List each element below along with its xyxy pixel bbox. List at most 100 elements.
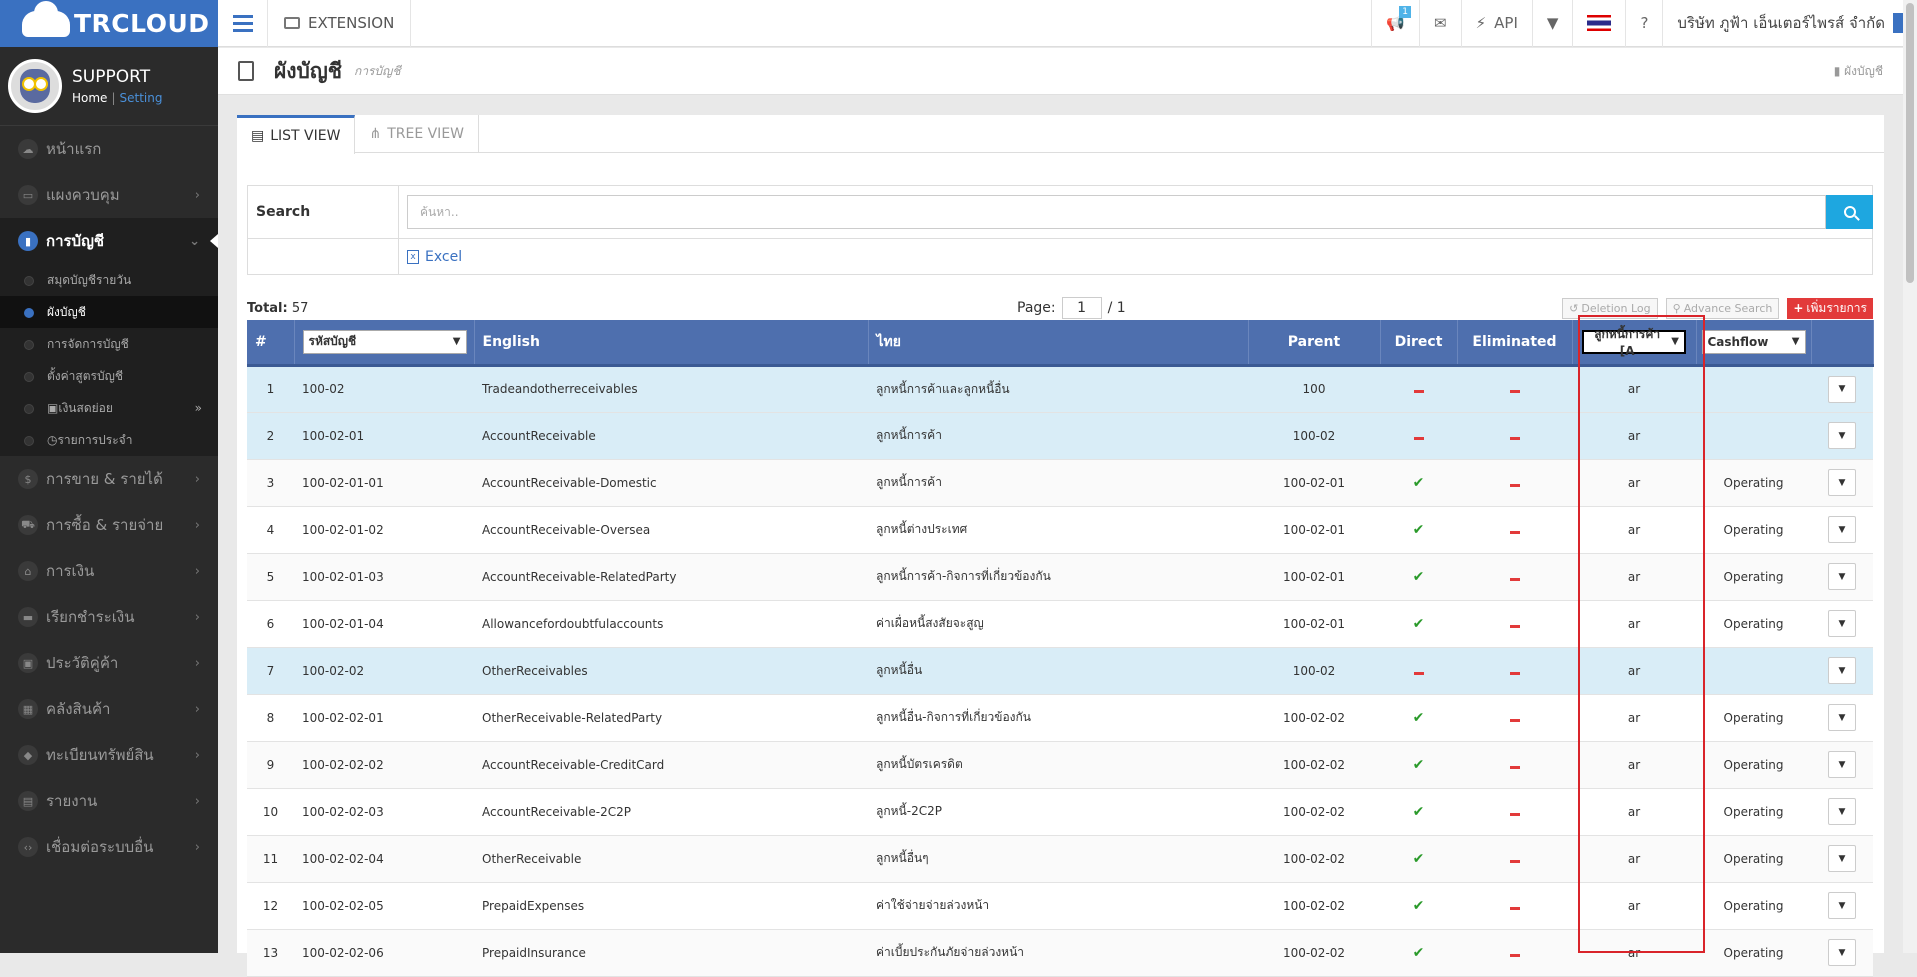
excel-export-link[interactable]: x Excel	[407, 249, 462, 265]
table-row[interactable]: 3 100-02-01-01 AccountReceivable-Domestic ล…	[247, 459, 1873, 507]
home-link[interactable]: Home	[72, 91, 107, 105]
cell-english: Allowancefordoubtfulaccounts	[474, 600, 868, 648]
sidebar-item-1[interactable]: ▭ แผงควบคุม ›	[0, 172, 218, 218]
row-actions-button[interactable]: ▼	[1828, 845, 1856, 872]
row-actions-button[interactable]: ▼	[1828, 798, 1856, 825]
table-row[interactable]: 4 100-02-01-02 AccountReceivable-Oversea ลู…	[247, 506, 1873, 554]
cell-actions: ▼	[1811, 788, 1873, 836]
add-item-button[interactable]: + เพิ่มรายการ	[1787, 297, 1873, 319]
table-row[interactable]: 7 100-02-02 OtherReceivables ลูกหนี้อื่น 100…	[247, 647, 1873, 695]
avatar[interactable]	[8, 59, 62, 113]
row-actions-button[interactable]: ▼	[1828, 892, 1856, 919]
cell-parent: 100-02-02	[1248, 694, 1380, 742]
sidebar-item-0[interactable]: ☁ หน้าแรก	[0, 126, 218, 172]
menu-toggle-button[interactable]	[218, 0, 268, 47]
excel-icon: x	[407, 249, 419, 264]
sidebar-item-8[interactable]: ▦ คลังสินค้า ›	[0, 686, 218, 732]
row-actions-button[interactable]: ▼	[1828, 610, 1856, 637]
table-row[interactable]: 10 100-02-02-03 AccountReceivable-2C2P ลูกห…	[247, 788, 1873, 836]
accounts-table: # รหัสบัญชี ▼ English ไทย Parent Direct E…	[247, 320, 1874, 977]
page-scrollbar[interactable]	[1903, 0, 1917, 953]
submenu-item-2[interactable]: การจัดการบัญชี	[0, 328, 218, 360]
cell-number: 5	[247, 553, 294, 601]
table-row[interactable]: 9 100-02-02-02 AccountReceivable-CreditCar…	[247, 741, 1873, 789]
api-button[interactable]: ⚡ API	[1460, 0, 1532, 47]
row-actions-button[interactable]: ▼	[1828, 422, 1856, 449]
table-row[interactable]: 8 100-02-02-01 OtherReceivable-RelatedPart…	[247, 694, 1873, 742]
table-row[interactable]: 2 100-02-01 AccountReceivable ลูกหนี้การค้า…	[247, 412, 1873, 460]
cell-actions: ▼	[1811, 741, 1873, 789]
cell-number: 7	[247, 647, 294, 695]
page-input[interactable]: 1	[1061, 297, 1102, 319]
setting-link[interactable]: Setting	[119, 91, 162, 105]
company-selector[interactable]: บริษัท ภูฟ้า เอ็นเตอร์ไพรส์ จำกัด	[1662, 0, 1917, 47]
announcement-button[interactable]: 📢 1	[1371, 0, 1419, 47]
advance-search-label: Advance Search	[1683, 301, 1773, 315]
submenu-item-0[interactable]: สมุดบัญชีรายวัน	[0, 264, 218, 296]
total-value: 57	[291, 300, 309, 316]
deletion-log-button[interactable]: ↺ Deletion Log	[1562, 297, 1658, 319]
dropdown-button[interactable]: ▼	[1531, 0, 1573, 47]
row-actions-button[interactable]: ▼	[1828, 704, 1856, 731]
cell-english: PrepaidExpenses	[474, 882, 868, 930]
table-row[interactable]: 12 100-02-02-05 PrepaidExpenses ค่าใช้จ่ายจ…	[247, 882, 1873, 930]
search-button[interactable]	[1826, 195, 1873, 229]
cell-eliminated	[1457, 882, 1572, 930]
table-row[interactable]: 11 100-02-02-04 OtherReceivable ลูกหนี้อื่น…	[247, 835, 1873, 883]
cell-code: 100-02-02-05	[294, 882, 474, 930]
sidebar-item-3[interactable]: $ การขาย & รายได้ ›	[0, 456, 218, 502]
cell-number: 4	[247, 506, 294, 554]
sidebar-item-10[interactable]: ▤ รายงาน ›	[0, 778, 218, 824]
cell-thai: ค่าเผื่อหนี้สงสัยจะสูญ	[868, 600, 1248, 648]
sidebar-item-7[interactable]: ▣ ประวัติคู่ค้า ›	[0, 640, 218, 686]
sidebar-item-label: ประวัติคู่ค้า	[46, 654, 119, 672]
table-row[interactable]: 5 100-02-01-03 AccountReceivable-RelatedPa…	[247, 553, 1873, 601]
cell-direct: ✔	[1380, 788, 1457, 836]
sidebar-item-2[interactable]: ▮ การบัญชี ⌄	[0, 218, 218, 264]
cell-direct: ✔	[1380, 506, 1457, 554]
mail-button[interactable]: ✉	[1419, 0, 1461, 47]
ar-type-select[interactable]: ลูกหนี้การค้า [A ▼	[1582, 327, 1686, 358]
account-code-select[interactable]: รหัสบัญชี ▼	[302, 329, 467, 354]
tab-list-view[interactable]: ▤ LIST VIEW	[237, 115, 356, 154]
excel-label: Excel	[425, 248, 463, 265]
table-row[interactable]: 1 100-02 Tradeandotherreceivables ลูกหนี้กา…	[247, 365, 1873, 413]
row-actions-button[interactable]: ▼	[1828, 375, 1856, 403]
sidebar-item-5[interactable]: ⌂ การเงิน ›	[0, 548, 218, 594]
minus-icon	[1509, 953, 1520, 957]
row-actions-button[interactable]: ▼	[1828, 563, 1856, 590]
tab-tree-view[interactable]: ⋔ TREE VIEW	[355, 115, 480, 153]
extension-button[interactable]: EXTENSION	[268, 0, 412, 47]
row-actions-button[interactable]: ▼	[1828, 751, 1856, 778]
sidebar-item-11[interactable]: ‹› เชื่อมต่อระบบอื่น ›	[0, 824, 218, 870]
submenu-item-5[interactable]: ◷ รายการประจำ	[0, 424, 218, 456]
total-label: Total:	[247, 300, 288, 316]
cell-parent: 100	[1248, 365, 1380, 413]
plug-icon: ⚡	[1475, 14, 1487, 32]
breadcrumb[interactable]: ▮ ผังบัญชี	[1834, 62, 1883, 81]
row-actions-button[interactable]: ▼	[1828, 516, 1856, 543]
cell-code: 100-02-01-03	[294, 553, 474, 601]
minus-icon	[1509, 718, 1520, 722]
sidebar-item-6[interactable]: ▬ เรียกชำระเงิน ›	[0, 594, 218, 640]
minus-icon	[1509, 530, 1520, 534]
language-button[interactable]	[1572, 0, 1625, 47]
submenu-item-3[interactable]: ตั้งค่าสูตรบัญชี	[0, 360, 218, 392]
search-input[interactable]: ค้นหา..	[407, 195, 1826, 229]
advance-search-button[interactable]: ⚲ Advance Search	[1665, 297, 1780, 319]
table-row[interactable]: 6 100-02-01-04 Allowancefordoubtfulaccount…	[247, 600, 1873, 648]
sidebar-item-4[interactable]: ⛟ การซื้อ & รายจ่าย ›	[0, 502, 218, 548]
cell-cashflow: Operating	[1696, 835, 1811, 883]
brand-logo[interactable]: TRCLOUD	[0, 0, 218, 47]
submenu-item-4[interactable]: ▣ เงินสดย่อย »	[0, 392, 218, 424]
minus-icon	[1413, 671, 1424, 675]
sidebar-item-9[interactable]: ◆ ทะเบียนทรัพย์สิน ›	[0, 732, 218, 778]
cashflow-select[interactable]: Cashflow ▼	[1701, 329, 1806, 354]
row-actions-button[interactable]: ▼	[1828, 657, 1856, 684]
scrollbar-thumb[interactable]	[1906, 3, 1914, 283]
help-button[interactable]: ?	[1625, 0, 1662, 47]
row-actions-button[interactable]: ▼	[1828, 469, 1856, 496]
minus-icon	[1509, 390, 1520, 393]
profile-name: SUPPORT	[72, 67, 151, 87]
submenu-item-1[interactable]: ผังบัญชี	[0, 296, 218, 328]
